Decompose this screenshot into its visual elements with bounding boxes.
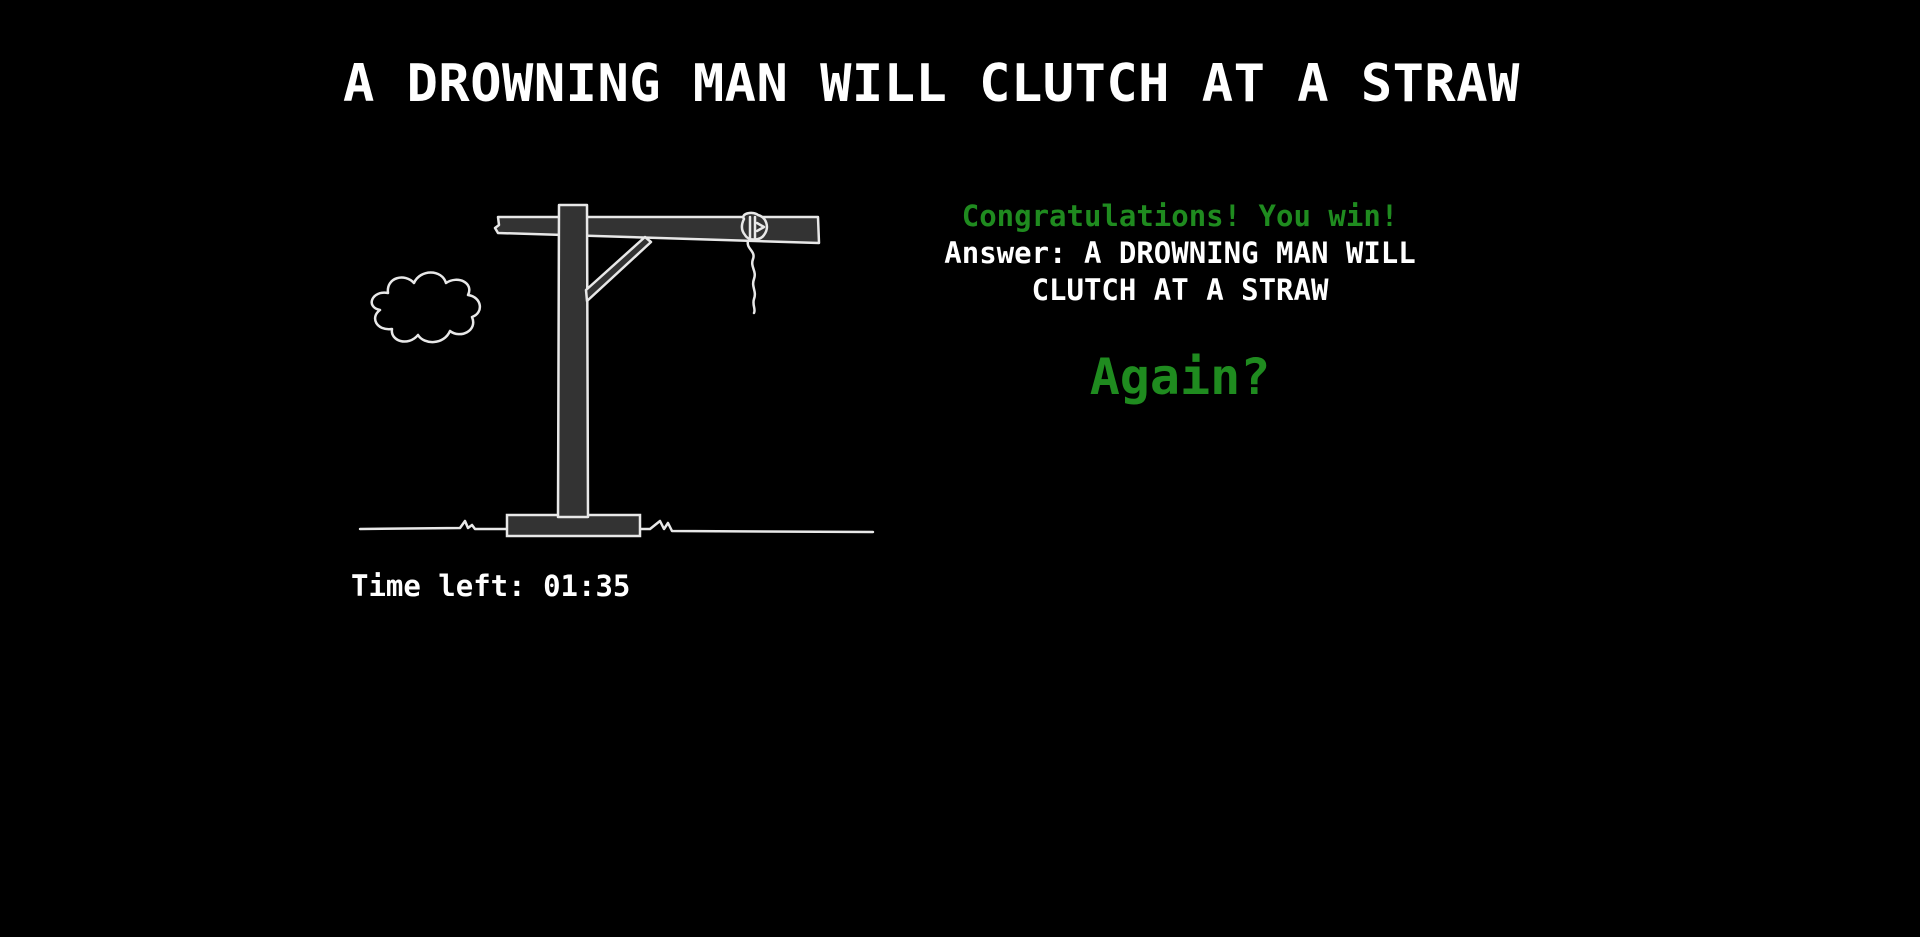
gallows-drawing [358, 203, 875, 538]
gallows-brace [584, 235, 653, 303]
win-message: Congratulations! You win! [961, 199, 1399, 233]
puzzle-phrase: A DROWNING MAN WILL CLUTCH AT A STRAW [343, 54, 1520, 114]
timer: Time left: 01:35 [351, 569, 630, 603]
cloud-icon [370, 271, 481, 344]
result-panel: Congratulations! You win! Answer: A DROW… [920, 198, 1440, 402]
answer-text: Answer: A DROWNING MAN WILL CLUTCH AT A … [930, 235, 1430, 309]
timer-value: 01:35 [543, 569, 631, 603]
gallows-post [556, 203, 590, 519]
timer-label: Time left: [351, 569, 526, 603]
play-again-button[interactable]: Again? [1090, 352, 1271, 402]
answer-value: A DROWNING MAN WILL CLUTCH AT A STRAW [1031, 236, 1416, 307]
answer-label: Answer: [944, 236, 1067, 270]
noose-icon [740, 211, 769, 315]
gallows-beam [493, 215, 821, 245]
